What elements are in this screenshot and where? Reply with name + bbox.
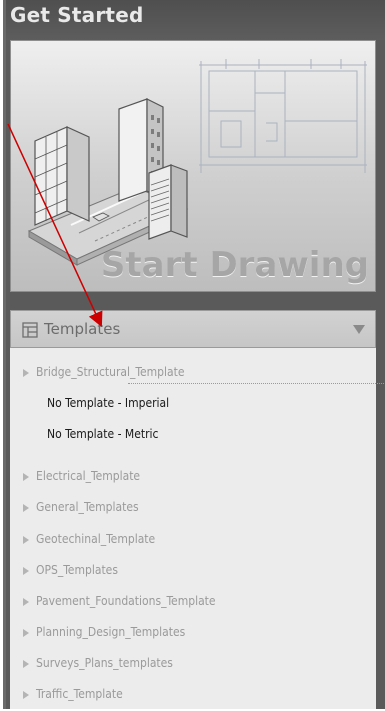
folder-planning-design[interactable]: Planning_Design_Templates: [10, 619, 376, 649]
folder-label: Pavement_Foundations_Template: [36, 594, 216, 608]
folder-label: Traffic_Template: [36, 687, 123, 701]
expand-arrow-icon[interactable]: [23, 504, 29, 512]
expand-arrow-icon[interactable]: [23, 629, 29, 637]
templates-dropdown[interactable]: Templates: [10, 310, 376, 348]
panel-header: Get Started: [6, 0, 385, 40]
folder-bridge-structural[interactable]: Bridge_Structural_Template: [10, 359, 376, 389]
template-no-template-metric[interactable]: No Template - Metric: [10, 421, 376, 451]
expand-arrow-icon[interactable]: [23, 473, 29, 481]
start-drawing-button[interactable]: Start Drawing: [10, 40, 376, 292]
folder-geotechinal[interactable]: Geotechinal_Template: [10, 526, 376, 556]
expand-arrow-icon[interactable]: [23, 691, 29, 699]
expand-arrow-icon[interactable]: [23, 598, 29, 606]
expand-arrow-icon[interactable]: [23, 369, 29, 377]
folder-label: Surveys_Plans_templates: [36, 656, 173, 670]
expand-arrow-icon[interactable]: [23, 536, 29, 544]
folder-label: General_Templates: [36, 500, 139, 514]
folder-ops[interactable]: OPS_Templates: [10, 557, 376, 587]
template-grid-icon: [22, 322, 38, 338]
folder-label: Planning_Design_Templates: [36, 625, 186, 639]
template-no-template-imperial[interactable]: No Template - Imperial: [10, 390, 376, 420]
start-drawing-label: Start Drawing: [100, 245, 369, 285]
folder-label: Bridge_Structural_Template: [36, 365, 185, 379]
folder-pavement-foundations[interactable]: Pavement_Foundations_Template: [10, 588, 376, 618]
panel-title: Get Started: [10, 3, 144, 27]
template-list: Bridge_Structural_Template No Template -…: [10, 348, 385, 711]
templates-label: Templates: [44, 320, 121, 338]
folder-label: Electrical_Template: [36, 469, 141, 483]
folder-traffic[interactable]: Traffic_Template: [10, 681, 376, 711]
template-label: No Template - Metric: [47, 427, 159, 441]
chevron-down-icon[interactable]: [353, 325, 365, 334]
folder-surveys-plans[interactable]: Surveys_Plans_templates: [10, 650, 376, 680]
folder-label: OPS_Templates: [36, 563, 118, 577]
folder-electrical[interactable]: Electrical_Template: [10, 463, 376, 493]
get-started-panel: Get Started Start Drawing Templates Brid…: [6, 0, 385, 709]
expand-arrow-icon[interactable]: [23, 660, 29, 668]
list-separator: [128, 383, 385, 384]
folder-general[interactable]: General_Templates: [10, 494, 376, 524]
template-label: No Template - Imperial: [47, 396, 170, 410]
expand-arrow-icon[interactable]: [23, 567, 29, 575]
folder-label: Geotechinal_Template: [36, 532, 156, 546]
